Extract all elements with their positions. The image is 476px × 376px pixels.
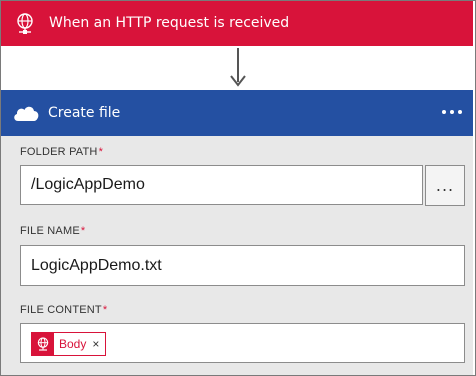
create-file-action-card: Create file FOLDER PATH* /LogicAppDemo .… <box>1 90 473 375</box>
required-mark: * <box>102 304 108 316</box>
file-name-label-text: FILE NAME <box>20 225 80 237</box>
globe-network-icon <box>17 13 33 34</box>
file-content-input[interactable]: Body × <box>20 323 465 363</box>
folder-path-value: /LogicAppDemo <box>31 176 145 193</box>
remove-token-icon[interactable]: × <box>90 337 105 351</box>
file-content-label-text: FILE CONTENT <box>20 304 102 316</box>
folder-path-input[interactable]: /LogicAppDemo <box>20 165 423 205</box>
file-name-value: LogicAppDemo.txt <box>31 256 162 274</box>
onedrive-cloud-icon <box>14 106 39 121</box>
body-token[interactable]: Body × <box>31 332 107 356</box>
trigger-card[interactable]: When an HTTP request is received <box>1 1 473 46</box>
more-options-icon[interactable] <box>437 100 467 124</box>
file-name-label: FILE NAME* <box>20 225 85 237</box>
arrow-down-icon <box>230 48 246 87</box>
folder-path-label-text: FOLDER PATH <box>20 146 98 158</box>
required-mark: * <box>98 146 104 158</box>
trigger-title: When an HTTP request is received <box>49 15 290 31</box>
file-content-label: FILE CONTENT* <box>20 304 107 316</box>
folder-path-label: FOLDER PATH* <box>20 146 103 158</box>
action-title: Create file <box>48 105 121 121</box>
globe-network-icon <box>32 333 54 355</box>
token-label: Body <box>59 337 87 351</box>
folder-browse-button[interactable]: ... <box>425 165 465 206</box>
action-header[interactable]: Create file <box>1 90 473 136</box>
file-name-input[interactable]: LogicAppDemo.txt <box>20 245 465 286</box>
required-mark: * <box>80 225 86 237</box>
